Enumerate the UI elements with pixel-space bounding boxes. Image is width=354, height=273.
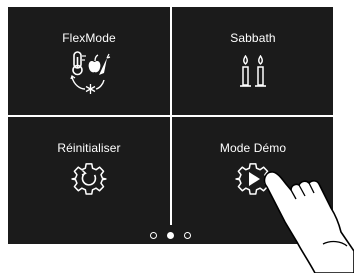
tile-sabbath[interactable]: Sabbath (172, 7, 334, 115)
page-dot-2-active[interactable] (167, 232, 174, 240)
tile-flexmode-label: FlexMode (62, 31, 116, 45)
pointing-hand-icon (263, 171, 354, 273)
temperature-flex-icon (70, 51, 111, 94)
reset-gear-icon (71, 163, 107, 195)
tile-reset[interactable]: Réinitialiser (8, 117, 170, 225)
candles-icon (240, 55, 266, 87)
tile-sabbath-label: Sabbath (230, 31, 276, 45)
tile-reset-label: Réinitialiser (57, 141, 121, 155)
page-dot-1[interactable] (149, 232, 157, 240)
page-dot-3[interactable] (184, 232, 192, 240)
tile-flexmode[interactable]: FlexMode (8, 7, 170, 115)
